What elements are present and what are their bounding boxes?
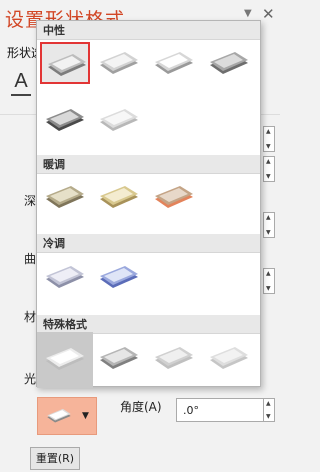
dropdown-icon[interactable]: ▼ — [244, 8, 254, 19]
bevel-preset-icon — [100, 347, 138, 369]
bevel-preset-neutral-1[interactable] — [40, 42, 90, 84]
bevel-preset-neutral-6[interactable] — [94, 99, 144, 141]
bevel-preset-icon — [100, 186, 138, 208]
bevel-preset-neutral-2[interactable] — [94, 42, 144, 84]
bevel-preset-icon — [155, 52, 193, 74]
bevel-preset-special-2[interactable] — [94, 337, 144, 379]
reset-button[interactable]: 重置(R) — [30, 447, 80, 470]
spinner[interactable] — [263, 268, 275, 294]
bevel-preset-icon — [48, 54, 86, 76]
bevel-preset-neutral-5[interactable] — [40, 99, 90, 141]
bevel-preset-icon — [46, 186, 84, 208]
material-label: 材 — [24, 310, 37, 324]
text-fill-icon[interactable]: A — [10, 70, 32, 96]
bevel-preset-warm-1[interactable] — [40, 176, 90, 218]
spinner[interactable] — [263, 126, 275, 152]
bevel-preset-icon — [46, 109, 84, 131]
lighting-gallery: 中性 暖调 冷调 特殊格式 — [36, 20, 261, 388]
chevron-down-icon: ▼ — [82, 411, 89, 421]
depth-label: 深 — [24, 194, 37, 208]
bevel-preset-cool-1[interactable] — [40, 256, 90, 298]
bevel-preset-icon — [100, 109, 138, 131]
bevel-preset-neutral-4[interactable] — [204, 42, 254, 84]
bevel-preset-icon — [46, 266, 84, 288]
contour-label: 曲 — [24, 252, 37, 266]
bevel-preset-icon — [100, 266, 138, 288]
bevel-preset-special-4[interactable] — [204, 337, 254, 379]
section-header: 中性 — [37, 21, 260, 40]
bevel-preset-icon — [100, 52, 138, 74]
bevel-preset-neutral-3[interactable] — [149, 42, 199, 84]
bevel-preset-warm-2[interactable] — [94, 176, 144, 218]
lighting-label: 光 — [24, 372, 37, 386]
angle-input[interactable]: .0° — [176, 398, 274, 422]
bevel-preset-icon — [210, 347, 248, 369]
bevel-preset-special-3[interactable] — [149, 337, 199, 379]
close-icon[interactable]: ✕ — [262, 5, 275, 23]
angle-label: 角度(A) — [120, 400, 162, 414]
lighting-preset-button[interactable]: ▼ — [37, 397, 97, 435]
bevel-preset-special-1[interactable] — [37, 332, 93, 388]
bevel-preset-icon — [155, 347, 193, 369]
bevel-preview-icon — [47, 408, 71, 423]
bevel-preset-icon — [210, 52, 248, 74]
section-header: 冷调 — [37, 234, 260, 253]
bevel-preset-cool-2[interactable] — [94, 256, 144, 298]
bevel-preset-icon — [155, 186, 193, 208]
bevel-preset-warm-3[interactable] — [149, 176, 199, 218]
spinner[interactable] — [263, 212, 275, 238]
spinner[interactable] — [263, 156, 275, 182]
section-header: 暖调 — [37, 155, 260, 174]
bevel-preset-icon — [46, 348, 84, 370]
angle-spinner[interactable] — [263, 398, 275, 422]
